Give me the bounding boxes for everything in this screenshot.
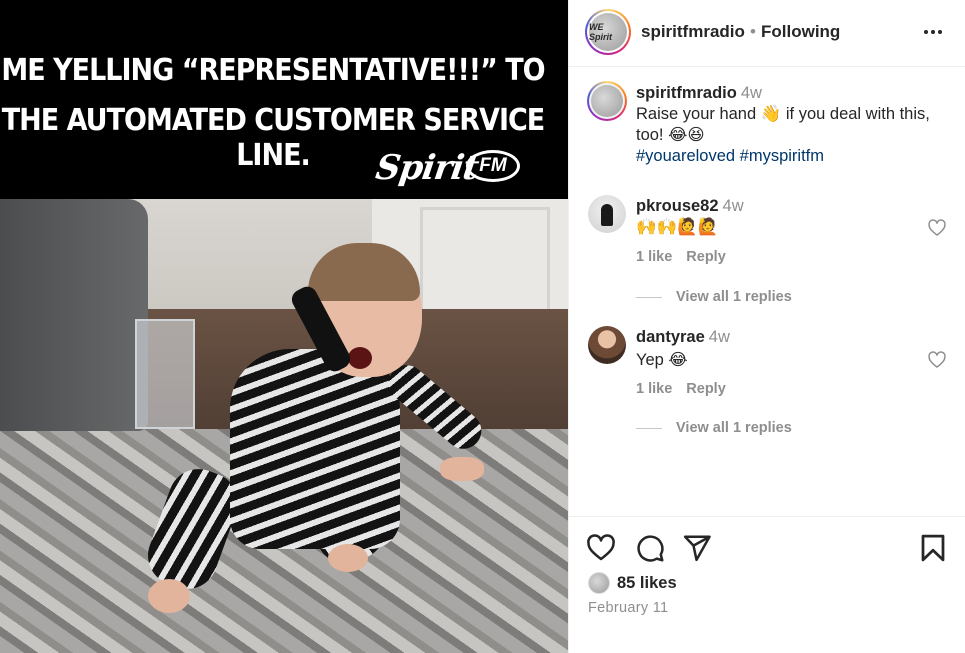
comment-like-count[interactable]: 1 like — [636, 249, 672, 265]
view-replies-link[interactable]: View all 1 replies — [636, 289, 792, 305]
view-replies-link[interactable]: View all 1 replies — [636, 420, 792, 436]
like-count[interactable]: 85 likes — [617, 574, 677, 593]
profile-avatar[interactable]: WE Spirit — [585, 9, 631, 55]
view-replies-label: View all 1 replies — [676, 420, 792, 436]
meme-caption-banner: ME YELLING “REPRESENTATIVE!!!” TO THE AU… — [0, 0, 568, 199]
liker-avatar[interactable] — [588, 572, 610, 594]
comment-icon[interactable] — [635, 533, 665, 563]
caption-text: Raise your hand 👋 if you deal with this,… — [636, 105, 930, 144]
following-button[interactable]: Following — [761, 22, 840, 42]
reply-button[interactable]: Reply — [686, 249, 726, 265]
spirit-logo-word: Spirit — [373, 148, 481, 188]
fm-logo-oval: FM — [466, 150, 520, 182]
comment-header: dantyrae 4w — [636, 328, 730, 347]
share-icon[interactable] — [682, 533, 712, 563]
caption-time: 4w — [740, 84, 762, 102]
comment-like-count[interactable]: 1 like — [636, 381, 672, 397]
comment-meta: 1 like Reply — [636, 249, 726, 265]
comment-username[interactable]: dantyrae — [636, 328, 705, 346]
caption-hashtags[interactable]: #youareloved #myspiritfm — [636, 146, 951, 167]
caption-avatar-logo — [591, 85, 623, 117]
comment-time: 4w — [708, 328, 730, 346]
comment-meta: 1 like Reply — [636, 381, 726, 397]
comment-time: 4w — [722, 197, 744, 215]
post-image[interactable]: ME YELLING “REPRESENTATIVE!!!” TO THE AU… — [0, 0, 568, 653]
comment-username[interactable]: pkrouse82 — [636, 197, 719, 215]
header-separator: • — [750, 22, 756, 41]
comment-avatar[interactable] — [588, 195, 626, 233]
caption-username[interactable]: spiritfmradio — [636, 84, 737, 102]
comment-text: Yep 😂 — [636, 351, 688, 369]
post-actions: 85 likes February 11 — [569, 516, 965, 653]
view-replies-label: View all 1 replies — [676, 289, 792, 305]
bookmark-icon[interactable] — [918, 533, 948, 563]
more-options-icon[interactable] — [921, 20, 945, 44]
comment-text: 🙌🙌🙋🙋 — [636, 218, 719, 236]
heart-icon[interactable] — [586, 533, 616, 563]
comment-heart-icon[interactable] — [927, 218, 947, 238]
caption-avatar[interactable] — [587, 81, 627, 121]
meme-caption-line-1: ME YELLING “REPRESENTATIVE!!!” TO — [1, 53, 545, 88]
baby-on-phone-photo — [0, 199, 568, 653]
post-caption: spiritfmradio 4w Raise your hand 👋 if you… — [636, 83, 951, 167]
reply-button[interactable]: Reply — [686, 381, 726, 397]
comment-header: pkrouse82 4w — [636, 197, 744, 216]
post-date: February 11 — [588, 600, 669, 616]
post-side-panel: WE Spirit spiritfmradio • Following spir… — [568, 0, 965, 653]
comment-avatar[interactable] — [588, 326, 626, 364]
header-username[interactable]: spiritfmradio — [641, 22, 745, 42]
avatar-logo-image: WE Spirit — [589, 13, 627, 51]
post-header: WE Spirit spiritfmradio • Following — [569, 0, 965, 67]
comment-heart-icon[interactable] — [927, 350, 947, 370]
